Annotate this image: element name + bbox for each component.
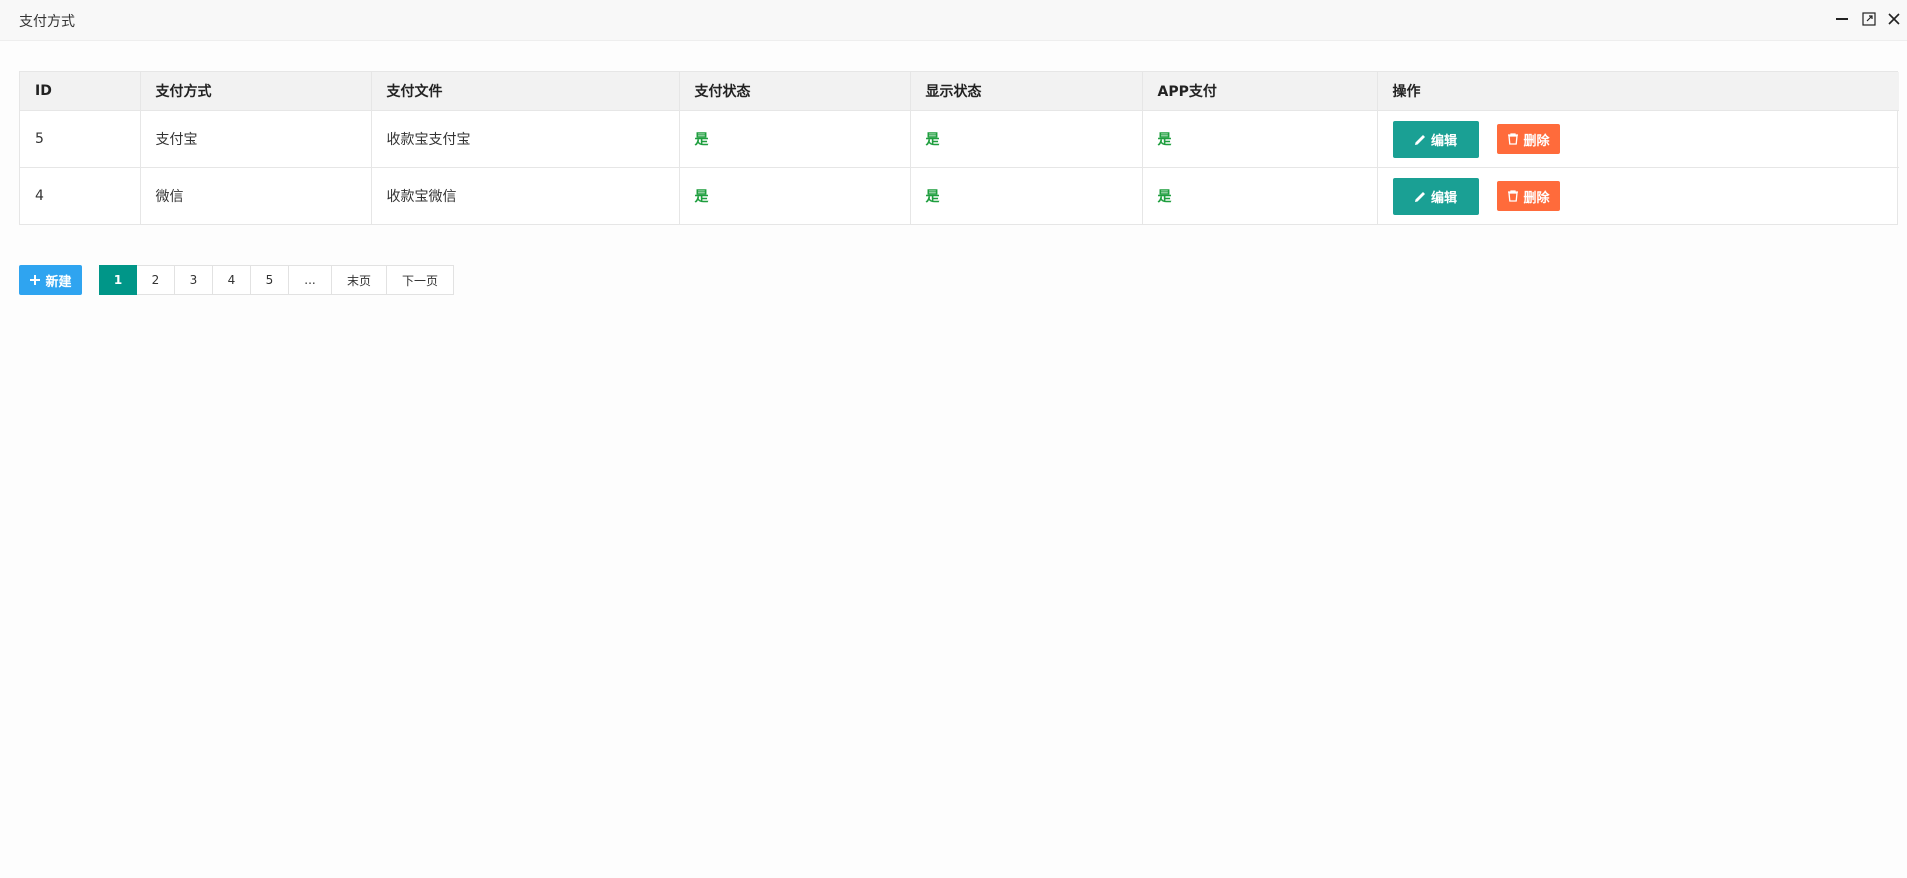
edit-button[interactable]: 编辑 — [1392, 177, 1479, 215]
cell-app-pay: 是 — [1142, 110, 1378, 168]
cell-file: 收款宝支付宝 — [371, 110, 680, 168]
edit-button-label: 编辑 — [1430, 190, 1457, 206]
column-header-actions: 操作 — [1377, 72, 1899, 111]
cell-show-status: 是 — [910, 110, 1143, 168]
add-button-label: 新建 — [45, 274, 72, 290]
plus-icon — [30, 275, 41, 285]
column-header-method: 支付方式 — [140, 72, 372, 111]
last-page-button[interactable]: 末页 — [332, 265, 387, 295]
delete-button-label: 删除 — [1523, 133, 1550, 149]
maximize-icon[interactable] — [1860, 10, 1878, 28]
close-icon[interactable] — [1885, 10, 1903, 28]
column-header-file: 支付文件 — [371, 72, 680, 111]
cell-pay-status: 是 — [679, 110, 911, 168]
pencil-icon — [1414, 134, 1425, 145]
column-header-app-pay: APP支付 — [1142, 72, 1378, 111]
column-header-pay-status: 支付状态 — [679, 72, 911, 111]
cell-pay-status: 是 — [679, 167, 911, 224]
column-header-id: ID — [20, 72, 141, 111]
page-5-button[interactable]: 5 — [251, 265, 289, 295]
table-header-row: ID 支付方式 支付文件 支付状态 显示状态 APP支付 操作 — [20, 72, 1899, 111]
cell-method: 微信 — [140, 167, 372, 224]
column-header-show-status: 显示状态 — [910, 72, 1143, 111]
add-button[interactable]: 新建 — [19, 265, 82, 295]
page-3-button[interactable]: 3 — [175, 265, 213, 295]
cell-id: 5 — [20, 110, 141, 168]
pencil-icon — [1414, 191, 1425, 202]
delete-button-label: 删除 — [1523, 190, 1550, 206]
cell-actions: 编辑 删除 — [1377, 110, 1899, 168]
pagination: 1 2 3 4 5 ... 末页 下一页 — [99, 265, 454, 295]
cell-method: 支付宝 — [140, 110, 372, 168]
cell-actions: 编辑 删除 — [1377, 168, 1899, 225]
delete-button[interactable]: 删除 — [1496, 181, 1560, 211]
cell-show-status: 是 — [910, 167, 1143, 224]
edit-button-label: 编辑 — [1430, 133, 1457, 149]
trash-icon — [1508, 133, 1519, 145]
table-row: 5 支付宝 收款宝支付宝 是 是 是 编辑 删除 — [20, 110, 1899, 168]
page-1-button[interactable]: 1 — [99, 265, 137, 295]
cell-id: 4 — [20, 167, 141, 224]
page-4-button[interactable]: 4 — [213, 265, 251, 295]
window-title: 支付方式 — [19, 14, 75, 30]
cell-file: 收款宝微信 — [371, 167, 680, 224]
next-page-button[interactable]: 下一页 — [387, 265, 454, 295]
payment-methods-table: ID 支付方式 支付文件 支付状态 显示状态 APP支付 操作 5 支付宝 收款… — [19, 71, 1899, 225]
minimize-icon[interactable] — [1833, 10, 1851, 28]
edit-button[interactable]: 编辑 — [1392, 120, 1479, 158]
table-row: 4 微信 收款宝微信 是 是 是 编辑 删除 — [20, 167, 1899, 225]
page-2-button[interactable]: 2 — [137, 265, 175, 295]
page-ellipsis: ... — [289, 265, 332, 295]
delete-button[interactable]: 删除 — [1496, 124, 1560, 154]
trash-icon — [1508, 190, 1519, 202]
window-titlebar: 支付方式 — [0, 0, 1907, 41]
cell-app-pay: 是 — [1142, 167, 1378, 224]
